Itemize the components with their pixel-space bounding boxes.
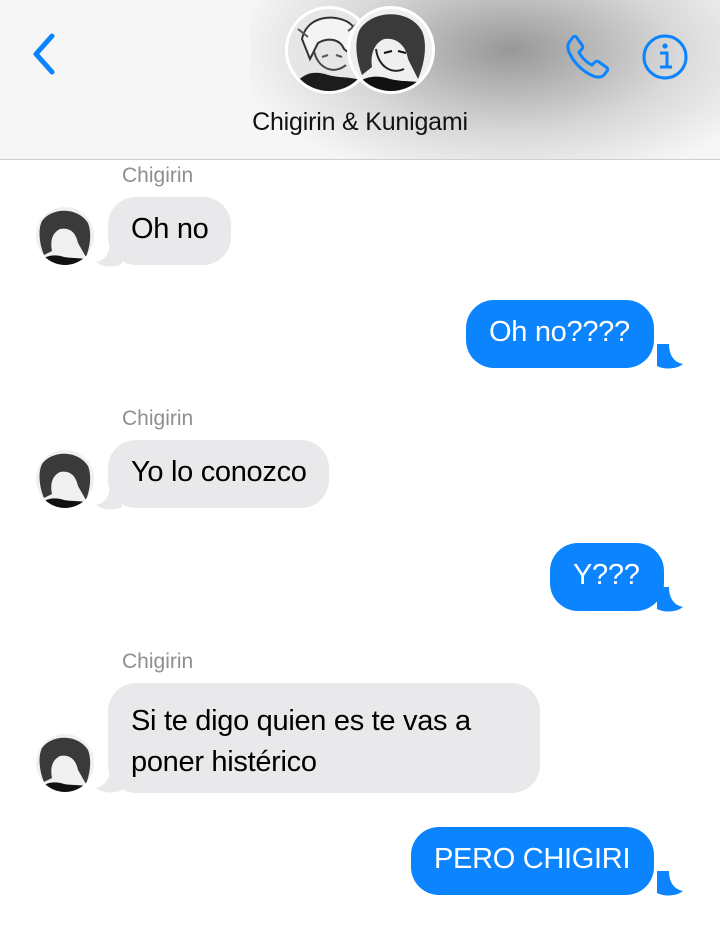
sender-name: Chigirin: [122, 650, 194, 673]
conversation-title[interactable]: Chigirin & Kunigami: [0, 108, 720, 137]
info-button[interactable]: [640, 32, 690, 82]
sender-name: Chigirin: [122, 164, 194, 187]
sender-avatar[interactable]: [36, 450, 94, 508]
message-bubble-outgoing[interactable]: Y???: [550, 543, 664, 611]
message-bubble-incoming[interactable]: Yo lo conozco: [108, 440, 329, 508]
call-button[interactable]: [562, 32, 612, 82]
info-icon: [642, 34, 688, 80]
message-bubble-incoming[interactable]: Oh no: [108, 197, 231, 265]
chevron-left-icon: [33, 33, 55, 75]
message-bubble-incoming[interactable]: Si te digo quien es te vas a poner histé…: [108, 683, 540, 793]
message-bubble-outgoing[interactable]: Oh no????: [466, 300, 654, 368]
message-line: Si te digo quien es te vas a: [131, 705, 471, 737]
conversation-header: Chigirin & Kunigami: [0, 0, 720, 160]
sender-avatar[interactable]: [36, 734, 94, 792]
phone-icon: [566, 34, 610, 79]
bubble-tail: [657, 344, 683, 369]
back-button[interactable]: [28, 30, 60, 78]
avatar-chigiri: [347, 6, 435, 94]
sender-avatar[interactable]: [36, 207, 94, 265]
sender-name: Chigirin: [122, 407, 194, 430]
message-bubble-outgoing[interactable]: PERO CHIGIRI: [411, 827, 655, 895]
group-avatars[interactable]: [285, 6, 435, 96]
message-line: poner histérico: [131, 746, 317, 778]
bubble-tail: [657, 871, 683, 896]
